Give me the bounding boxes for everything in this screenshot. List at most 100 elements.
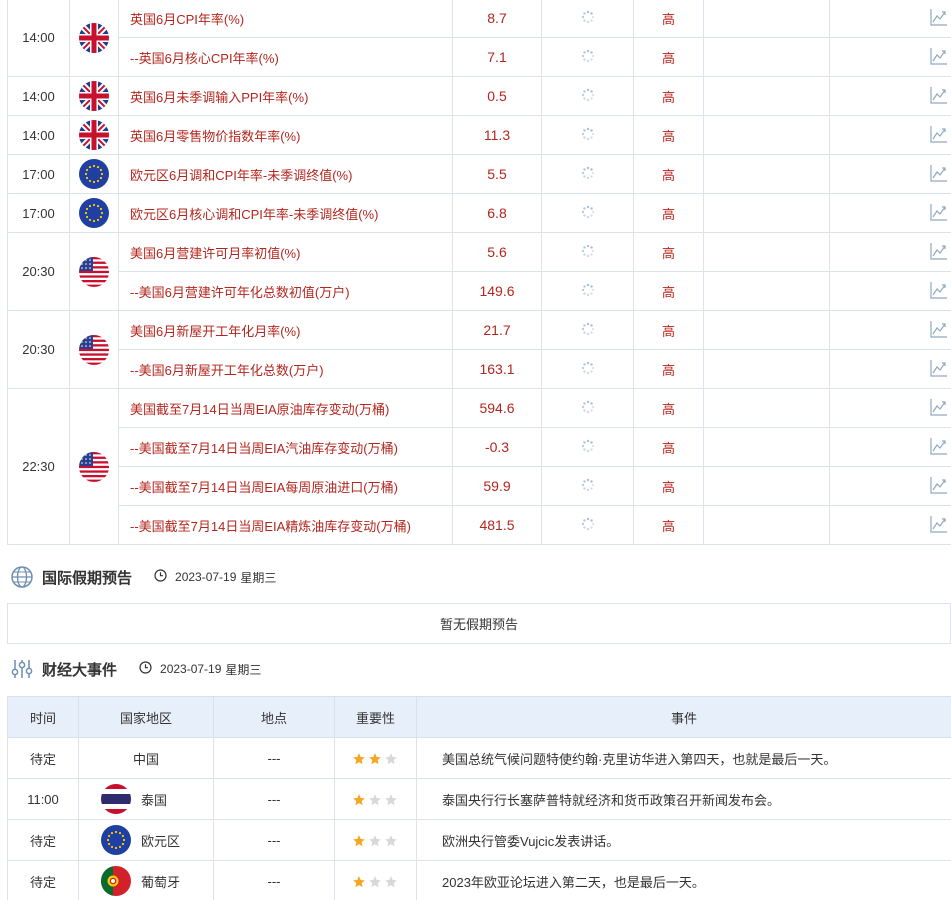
forecast-cell — [541, 388, 634, 428]
indicator-name[interactable]: --美国6月营建许可年化总数初值(万户) — [118, 271, 453, 311]
loading-spinner-icon — [581, 478, 595, 495]
flag-cell — [69, 76, 119, 116]
econ-time: 17:00 — [7, 154, 70, 194]
line-chart-icon[interactable] — [929, 202, 949, 225]
importance-level: 高 — [633, 466, 704, 506]
importance-level: 高 — [633, 76, 704, 116]
line-chart-icon[interactable] — [929, 358, 949, 381]
star-filled-icon — [352, 751, 368, 766]
econ-row: --美国截至7月14日当周EIA每周原油进口(万桶) 59.9 高 — [8, 466, 951, 506]
line-chart-icon[interactable] — [929, 280, 949, 303]
importance-stars — [352, 874, 400, 890]
econ-row: --美国截至7月14日当周EIA精炼油库存变动(万桶) 481.5 高 — [8, 505, 951, 545]
econ-time: 14:00 — [7, 115, 70, 155]
event-row: 待定 中国 --- 美国总统气候问题特使约翰·克里访华进入第四天，也就是最后一天。 — [7, 737, 951, 779]
chart-cell[interactable] — [829, 0, 951, 38]
empty-cell — [703, 388, 830, 428]
event-time: 待定 — [7, 737, 79, 779]
chart-cell[interactable] — [829, 466, 951, 506]
forecast-cell — [541, 193, 634, 233]
clock-icon — [139, 661, 152, 677]
indicator-name[interactable]: --美国截至7月14日当周EIA精炼油库存变动(万桶) — [118, 505, 453, 545]
indicator-name[interactable]: --美国6月新屋开工年化总数(万户) — [118, 349, 453, 389]
chart-cell[interactable] — [829, 76, 951, 116]
chart-cell[interactable] — [829, 271, 951, 311]
indicator-name[interactable]: 美国6月营建许可月率初值(%) — [118, 232, 453, 272]
chart-cell[interactable] — [829, 154, 951, 194]
event-description[interactable]: 美国总统气候问题特使约翰·克里访华进入第四天，也就是最后一天。 — [416, 737, 951, 779]
forecast-cell — [541, 232, 634, 272]
actual-value: 21.7 — [452, 310, 542, 350]
line-chart-icon[interactable] — [929, 436, 949, 459]
chart-cell[interactable] — [829, 388, 951, 428]
event-row: 待定 欧元区 --- 欧洲央行管委Vujcic发表讲话。 — [7, 819, 951, 861]
importance-level: 高 — [633, 271, 704, 311]
empty-cell — [703, 232, 830, 272]
importance-level: 高 — [633, 193, 704, 233]
events-section-title: 财经大事件 — [42, 661, 118, 679]
line-chart-icon[interactable] — [929, 85, 949, 108]
event-description[interactable]: 2023年欧亚论坛进入第二天，也是最后一天。 — [416, 860, 951, 900]
indicator-name[interactable]: 美国6月新屋开工年化月率(%) — [118, 310, 453, 350]
forecast-cell — [541, 37, 634, 77]
line-chart-icon[interactable] — [929, 241, 949, 264]
econ-time: 20:30 — [7, 232, 70, 311]
econ-row: 14:00 英国6月未季调输入PPI年率(%) 0.5 高 — [7, 76, 951, 116]
line-chart-icon[interactable] — [929, 514, 949, 537]
event-description[interactable]: 泰国央行行长塞萨普特就经济和货币政策召开新闻发布会。 — [416, 778, 951, 820]
actual-value: 481.5 — [452, 505, 542, 545]
col-header-time: 时间 — [7, 696, 79, 738]
indicator-name[interactable]: --美国截至7月14日当周EIA每周原油进口(万桶) — [118, 466, 453, 506]
actual-value: 149.6 — [452, 271, 542, 311]
econ-row: 14:00 英国6月CPI年率(%) 8.7 高 — [7, 0, 951, 77]
forecast-cell — [541, 349, 634, 389]
econ-row: 17:00 欧元区6月核心调和CPI年率-未季调终值(%) 6.8 高 — [7, 193, 951, 233]
chart-cell[interactable] — [829, 232, 951, 272]
line-chart-icon[interactable] — [929, 124, 949, 147]
loading-spinner-icon — [581, 400, 595, 417]
econ-row: --美国6月新屋开工年化总数(万户) 163.1 高 — [8, 349, 951, 389]
line-chart-icon[interactable] — [929, 397, 949, 420]
line-chart-icon[interactable] — [929, 475, 949, 498]
line-chart-icon[interactable] — [929, 163, 949, 186]
indicator-name[interactable]: 欧元区6月调和CPI年率-未季调终值(%) — [118, 154, 453, 194]
chart-cell[interactable] — [829, 115, 951, 155]
empty-cell — [703, 115, 830, 155]
col-header-importance: 重要性 — [334, 696, 417, 738]
line-chart-icon[interactable] — [929, 7, 949, 30]
empty-cell — [703, 0, 830, 38]
chart-cell[interactable] — [829, 37, 951, 77]
chart-cell[interactable] — [829, 193, 951, 233]
event-description[interactable]: 欧洲央行管委Vujcic发表讲话。 — [416, 819, 951, 861]
forecast-cell — [541, 505, 634, 545]
chart-cell[interactable] — [829, 427, 951, 467]
event-time: 11:00 — [7, 778, 79, 820]
star-empty-icon — [384, 833, 400, 848]
indicator-name[interactable]: 英国6月CPI年率(%) — [118, 0, 453, 38]
indicator-name[interactable]: 英国6月未季调输入PPI年率(%) — [118, 76, 453, 116]
line-chart-icon[interactable] — [929, 319, 949, 342]
importance-level: 高 — [633, 0, 704, 38]
col-header-place: 地点 — [213, 696, 335, 738]
loading-spinner-icon — [581, 205, 595, 222]
indicator-name[interactable]: --美国截至7月14日当周EIA汽油库存变动(万桶) — [118, 427, 453, 467]
event-place: --- — [213, 737, 335, 779]
loading-spinner-icon — [581, 49, 595, 66]
chart-cell[interactable] — [829, 310, 951, 350]
country-name: 泰国 — [141, 792, 168, 808]
indicator-name[interactable]: --英国6月核心CPI年率(%) — [118, 37, 453, 77]
empty-cell — [703, 154, 830, 194]
actual-value: 59.9 — [452, 466, 542, 506]
indicator-name[interactable]: 英国6月零售物价指数年率(%) — [118, 115, 453, 155]
loading-spinner-icon — [581, 244, 595, 261]
empty-cell — [703, 427, 830, 467]
indicator-name[interactable]: 欧元区6月核心调和CPI年率-未季调终值(%) — [118, 193, 453, 233]
chart-cell[interactable] — [829, 505, 951, 545]
loading-spinner-icon — [581, 322, 595, 339]
line-chart-icon[interactable] — [929, 46, 949, 69]
clock-icon — [154, 569, 167, 585]
forecast-cell — [541, 154, 634, 194]
indicator-name[interactable]: 美国截至7月14日当周EIA原油库存变动(万桶) — [118, 388, 453, 428]
star-filled-icon — [352, 833, 368, 848]
chart-cell[interactable] — [829, 349, 951, 389]
